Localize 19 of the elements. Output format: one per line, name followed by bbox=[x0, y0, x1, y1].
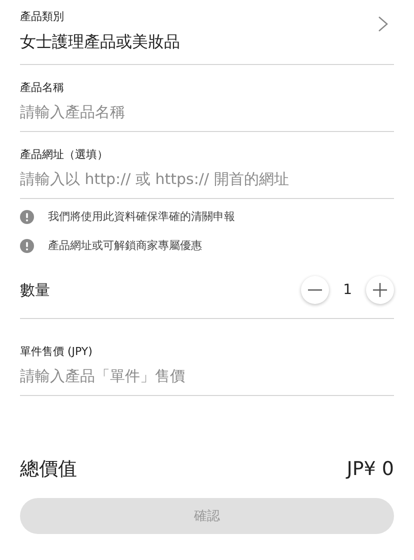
info-icon bbox=[20, 239, 34, 253]
category-value: 女士護理產品或美妝品 bbox=[20, 31, 180, 53]
field-label: 單件售價 (JPY) bbox=[20, 344, 94, 360]
info-note: 產品網址或可解鎖商家專屬優惠 bbox=[48, 238, 202, 254]
info-note: 我們將使用此資料確保準確的清關申報 bbox=[48, 209, 235, 225]
quantity-value: 1 bbox=[343, 282, 352, 298]
info-icon bbox=[20, 210, 34, 224]
field-label: 產品名稱 bbox=[20, 80, 65, 96]
input-field[interactable]: 請輸入以 http:// 或 https:// 開首的網址 bbox=[20, 168, 394, 190]
plus-button[interactable] bbox=[366, 276, 394, 304]
category-selector[interactable]: 產品類別 女士護理產品或美妝品 bbox=[20, 8, 394, 65]
total-label: 總價值 bbox=[20, 457, 77, 482]
chevron-right-icon bbox=[378, 16, 388, 32]
field-label: 產品網址（選填） bbox=[20, 147, 109, 163]
quantity-label: 數量 bbox=[20, 280, 50, 300]
input-field[interactable]: 請輸入產品名稱 bbox=[20, 101, 394, 123]
input-field[interactable]: 請輸入產品「單件」售價 bbox=[20, 365, 394, 387]
field-label: 產品類別 bbox=[20, 9, 65, 25]
total-value: JP¥ 0 bbox=[346, 458, 394, 480]
